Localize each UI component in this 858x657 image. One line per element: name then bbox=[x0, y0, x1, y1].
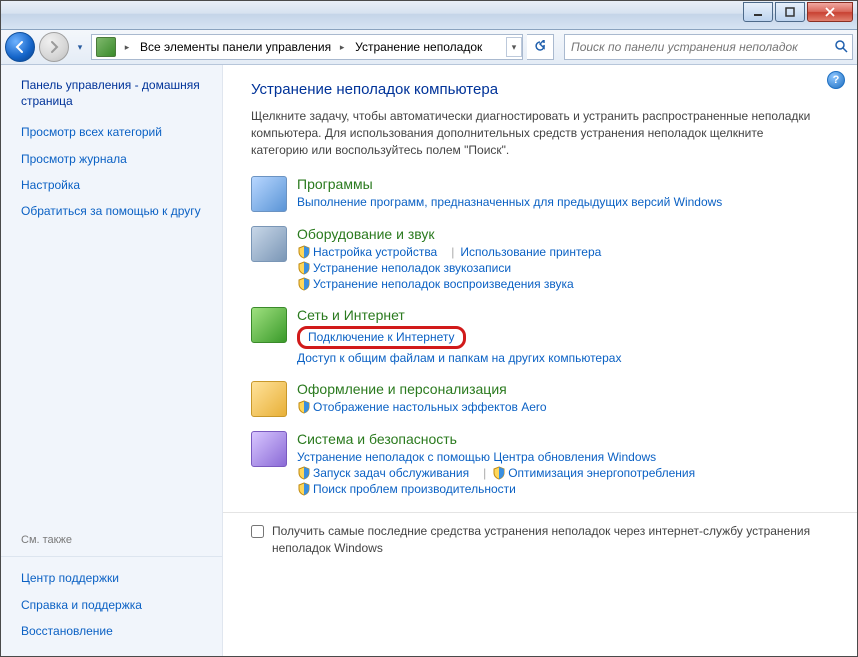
category-system: Система и безопасность Устранение непола… bbox=[251, 431, 837, 498]
link-maintenance[interactable]: Запуск задач обслуживания bbox=[313, 466, 469, 480]
link-printer[interactable]: Использование принтера bbox=[460, 245, 601, 259]
nav-back-button[interactable] bbox=[5, 32, 35, 62]
page-intro: Щелкните задачу, чтобы автоматически диа… bbox=[251, 108, 811, 158]
troubleshoot-window: ▾ ▸ Все элементы панели управления ▸ Уст… bbox=[0, 0, 858, 657]
minimize-button[interactable] bbox=[743, 2, 773, 22]
shield-icon bbox=[492, 466, 506, 480]
side-panel: Панель управления - домашняя страница Пр… bbox=[1, 65, 223, 656]
page-title: Устранение неполадок компьютера bbox=[251, 81, 837, 98]
hardware-icon bbox=[251, 226, 287, 262]
online-troubleshoot-label[interactable]: Получить самые последние средства устран… bbox=[272, 523, 812, 555]
help-icon[interactable]: ? bbox=[827, 71, 845, 89]
network-icon bbox=[251, 307, 287, 343]
category-personalization: Оформление и персонализация Отображение … bbox=[251, 381, 837, 417]
shield-icon bbox=[297, 466, 311, 480]
link-performance[interactable]: Поиск проблем производительности bbox=[313, 482, 516, 496]
side-seealso-label: См. также bbox=[21, 534, 208, 546]
navbar: ▾ ▸ Все элементы панели управления ▸ Уст… bbox=[1, 30, 857, 65]
category-title-network[interactable]: Сеть и Интернет bbox=[297, 307, 837, 323]
window-buttons bbox=[743, 2, 853, 22]
search-box[interactable] bbox=[564, 34, 853, 60]
link-windows-update[interactable]: Устранение неполадок с помощью Центра об… bbox=[297, 450, 656, 464]
category-hardware: Оборудование и звук Настройка устройства… bbox=[251, 226, 837, 293]
category-programs: Программы Выполнение программ, предназна… bbox=[251, 176, 837, 212]
shield-icon bbox=[297, 261, 311, 275]
close-button[interactable] bbox=[807, 2, 853, 22]
online-troubleshoot-checkbox[interactable] bbox=[251, 525, 264, 538]
search-icon bbox=[834, 39, 848, 56]
shield-icon bbox=[297, 400, 311, 414]
shield-icon bbox=[297, 245, 311, 259]
control-panel-icon bbox=[96, 37, 116, 57]
nav-history-dropdown[interactable]: ▾ bbox=[73, 37, 87, 57]
side-link-help[interactable]: Справка и поддержка bbox=[21, 597, 208, 613]
breadcrumb-all-items[interactable]: Все элементы панели управления bbox=[134, 35, 335, 59]
side-panel-heading[interactable]: Панель управления - домашняя страница bbox=[21, 77, 208, 109]
breadcrumb-root-chevron[interactable]: ▸ bbox=[120, 42, 134, 53]
footer-row: Получить самые последние средства устран… bbox=[223, 512, 857, 559]
link-run-legacy-programs[interactable]: Выполнение программ, предназначенных для… bbox=[297, 195, 722, 209]
link-shared-files[interactable]: Доступ к общим файлам и папкам на других… bbox=[297, 351, 621, 365]
refresh-button[interactable] bbox=[527, 34, 554, 60]
side-link-view-all[interactable]: Просмотр всех категорий bbox=[21, 124, 208, 140]
address-bar[interactable]: ▸ Все элементы панели управления ▸ Устра… bbox=[91, 34, 523, 60]
side-link-settings[interactable]: Настройка bbox=[21, 177, 208, 193]
category-network: Сеть и Интернет Подключение к Интернету … bbox=[251, 307, 837, 367]
link-audio-playback[interactable]: Устранение неполадок воспроизведения зву… bbox=[313, 277, 574, 291]
shield-icon bbox=[297, 277, 311, 291]
maximize-button[interactable] bbox=[775, 2, 805, 22]
breadcrumb-label: Все элементы панели управления bbox=[140, 40, 331, 54]
category-title-system[interactable]: Система и безопасность bbox=[297, 431, 837, 447]
breadcrumb-expand-button[interactable]: ▾ bbox=[506, 37, 522, 57]
category-title-hardware[interactable]: Оборудование и звук bbox=[297, 226, 837, 242]
highlight-internet-connection: Подключение к Интернету bbox=[297, 326, 466, 349]
category-title-programs[interactable]: Программы bbox=[297, 176, 837, 192]
shield-icon bbox=[297, 482, 311, 496]
search-input[interactable] bbox=[569, 39, 830, 55]
personalization-icon bbox=[251, 381, 287, 417]
side-divider bbox=[1, 556, 222, 557]
side-link-action-center[interactable]: Центр поддержки bbox=[21, 570, 208, 586]
titlebar bbox=[1, 1, 857, 30]
link-power[interactable]: Оптимизация энергопотребления bbox=[508, 466, 695, 480]
breadcrumb-chevron-icon[interactable]: ▸ bbox=[335, 42, 349, 53]
link-aero-effects[interactable]: Отображение настольных эффектов Aero bbox=[313, 400, 547, 414]
category-title-personalization[interactable]: Оформление и персонализация bbox=[297, 381, 837, 397]
body: Панель управления - домашняя страница Пр… bbox=[1, 65, 857, 656]
nav-forward-button[interactable] bbox=[39, 32, 69, 62]
main-content: ? Устранение неполадок компьютера Щелкни… bbox=[223, 65, 857, 656]
breadcrumb-troubleshoot[interactable]: Устранение неполадок bbox=[349, 35, 486, 59]
breadcrumb-label: Устранение неполадок bbox=[355, 40, 482, 54]
side-link-history[interactable]: Просмотр журнала bbox=[21, 151, 208, 167]
side-link-recovery[interactable]: Восстановление bbox=[21, 623, 208, 639]
programs-icon bbox=[251, 176, 287, 212]
link-internet-connection[interactable]: Подключение к Интернету bbox=[308, 330, 455, 344]
side-link-friend-help[interactable]: Обратиться за помощью к другу bbox=[21, 203, 208, 219]
system-icon bbox=[251, 431, 287, 467]
link-device-setup[interactable]: Настройка устройства bbox=[313, 245, 437, 259]
link-audio-record[interactable]: Устранение неполадок звукозаписи bbox=[313, 261, 511, 275]
